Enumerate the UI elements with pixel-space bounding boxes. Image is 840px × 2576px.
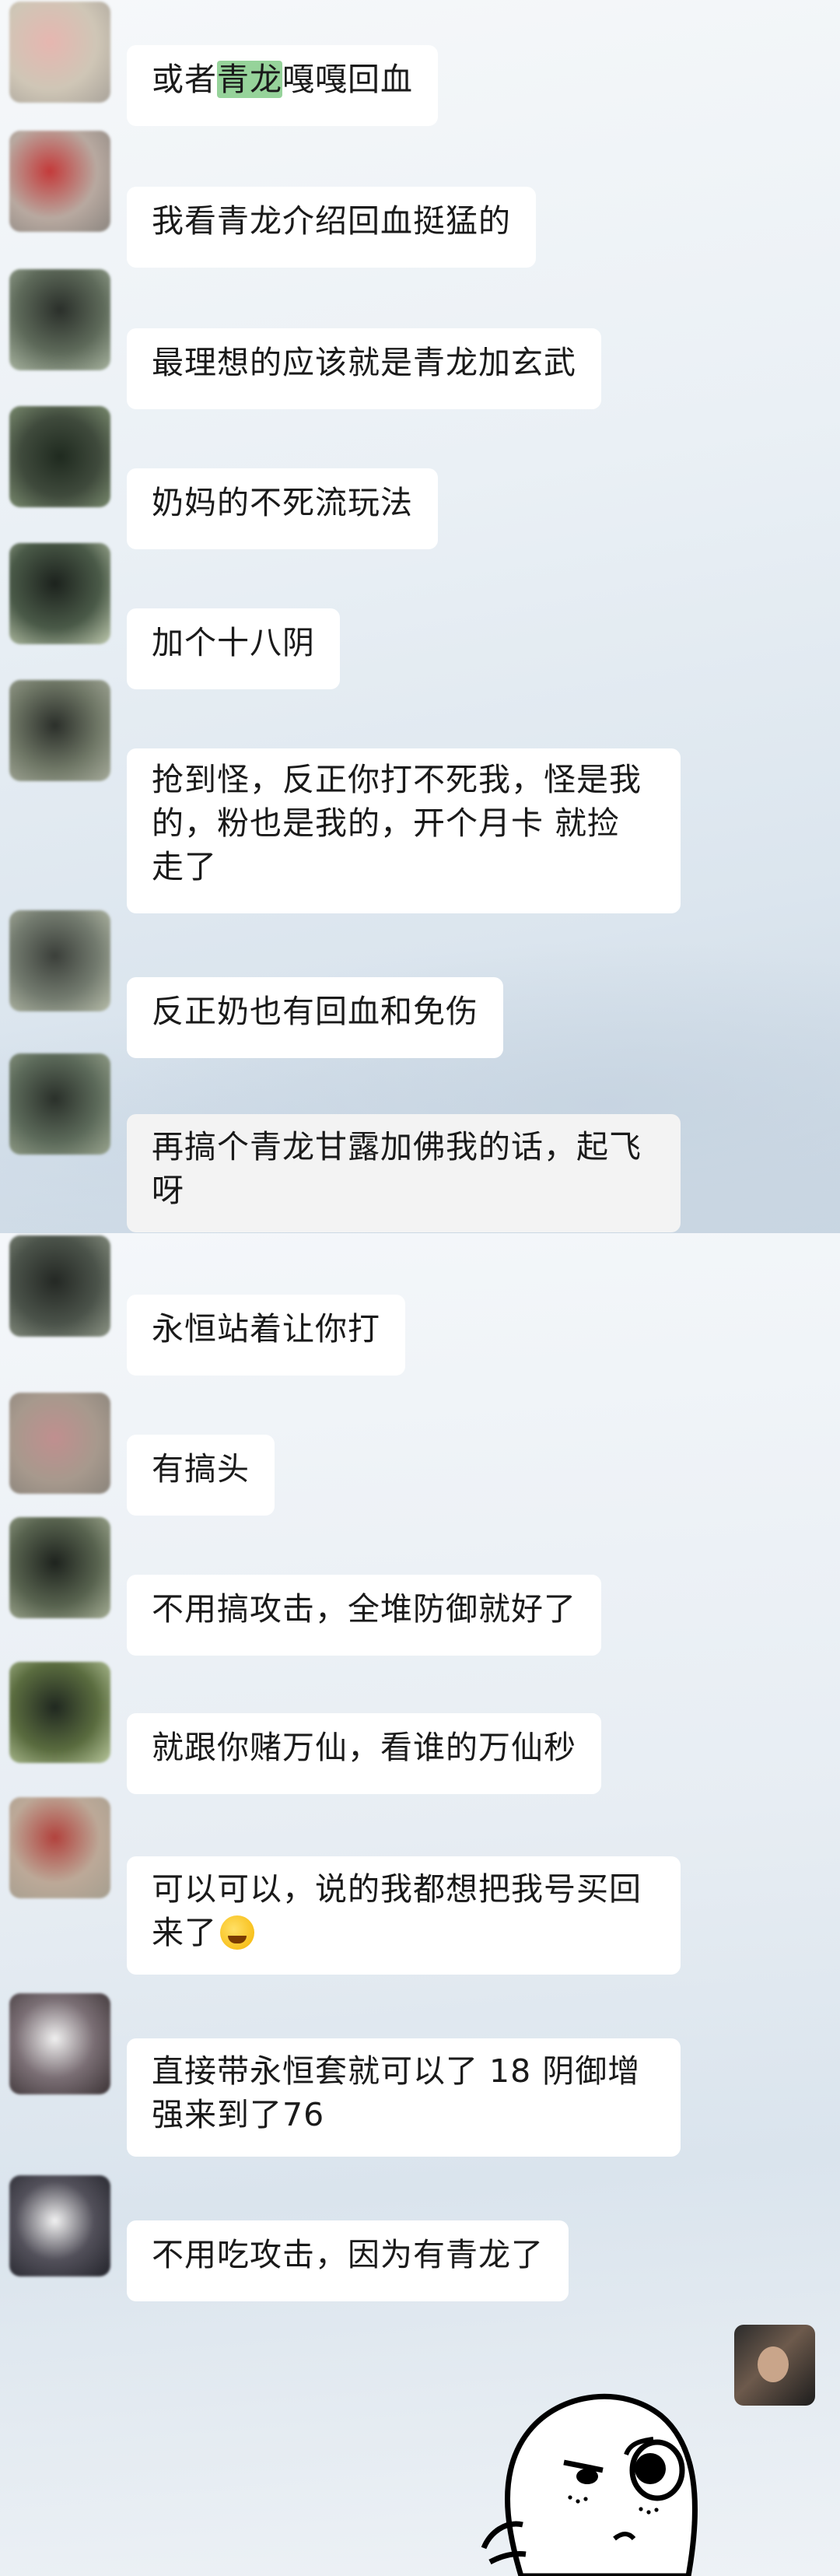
message-bubble: 有搞头 [127, 1435, 275, 1516]
contact-avatar[interactable] [9, 1053, 110, 1155]
message-bubble: 反正奶也有回血和免伤 [127, 977, 503, 1058]
message-bubble: 加个十八阴 [127, 608, 340, 689]
contact-avatar[interactable] [9, 1797, 110, 1898]
message-bubble: 不用搞攻击，全堆防御就好了 [127, 1575, 601, 1656]
message-bubble: 抢到怪，反正你打不死我，怪是我 的，粉也是我的，开个月卡 就捡 走了 [127, 748, 681, 913]
message-bubble: 不用吃攻击，因为有青龙了 [127, 2220, 569, 2301]
meme-sticker-image[interactable] [474, 2353, 708, 2576]
highlighted-keyword[interactable]: 青龙 [217, 61, 282, 98]
message-bubble: 直接带永恒套就可以了 18 阴御增 强来到了76 [127, 2038, 681, 2157]
contact-avatar[interactable] [9, 406, 110, 507]
contact-avatar[interactable] [9, 131, 110, 232]
contact-avatar[interactable] [9, 680, 110, 781]
message-bubble: 奶妈的不死流玩法 [127, 468, 438, 549]
contact-avatar[interactable] [9, 910, 110, 1011]
message-bubble: 可以可以，说的我都想把我号买回 来了 [127, 1856, 681, 1975]
self-avatar[interactable] [734, 2325, 815, 2406]
contact-avatar[interactable] [9, 2, 110, 103]
message-bubble: 永恒站着让你打 [127, 1295, 405, 1376]
message-bubble: 最理想的应该就是青龙加玄武 [127, 328, 601, 409]
message-bubble: 再搞个青龙甘露加佛我的话，起飞 呀 [127, 1114, 681, 1232]
message-bubble: 我看青龙介绍回血挺猛的 [127, 187, 536, 268]
crying-laughing-emoji-icon [220, 1915, 254, 1950]
contact-avatar[interactable] [9, 269, 110, 370]
contact-avatar[interactable] [9, 1662, 110, 1763]
message-bubble: 或者青龙嘎嘎回血 [127, 45, 438, 126]
contact-avatar[interactable] [9, 543, 110, 644]
contact-avatar[interactable] [9, 1393, 110, 1494]
contact-avatar[interactable] [9, 1235, 110, 1337]
message-bubble: 就跟你赌万仙，看谁的万仙秒 [127, 1713, 601, 1794]
contact-avatar[interactable] [9, 1993, 110, 2094]
contact-avatar[interactable] [9, 2175, 110, 2276]
contact-avatar[interactable] [9, 1517, 110, 1618]
